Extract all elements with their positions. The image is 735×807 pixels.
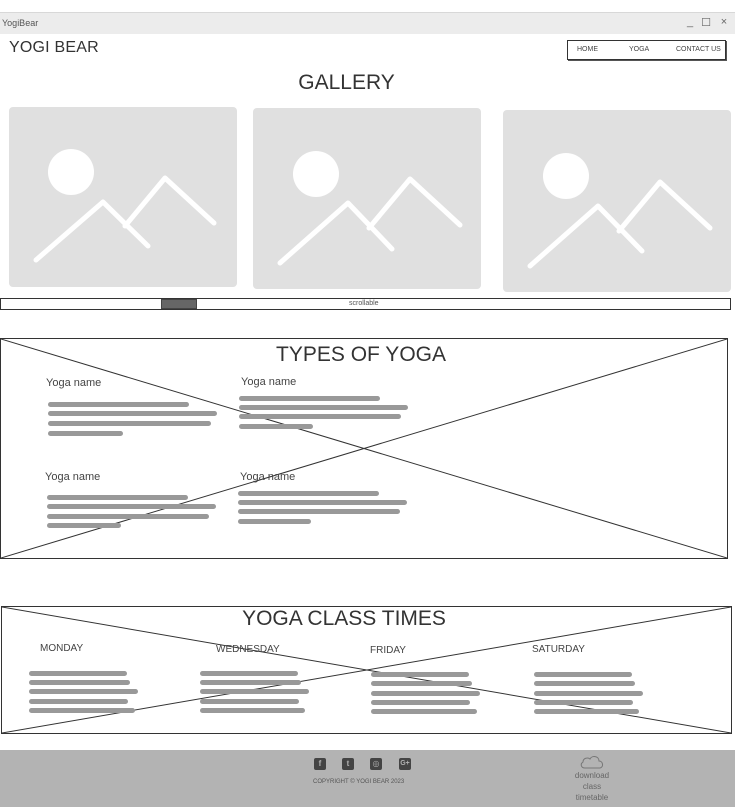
instagram-icon[interactable]: ◎ bbox=[370, 758, 382, 770]
facebook-icon[interactable]: f bbox=[314, 758, 326, 770]
copyright-text: COPYRIGHT © YOGI BEAR 2023 bbox=[313, 779, 405, 785]
text-line bbox=[29, 708, 135, 713]
day-heading-friday: FRIDAY bbox=[370, 645, 406, 656]
gallery-image-3[interactable] bbox=[503, 110, 731, 292]
text-line bbox=[48, 411, 217, 416]
day-heading-saturday: SATURDAY bbox=[532, 644, 585, 655]
image-placeholder-icon bbox=[277, 151, 463, 266]
close-button[interactable]: × bbox=[717, 16, 731, 28]
yoga-name: Yoga name bbox=[240, 471, 296, 483]
text-line bbox=[371, 672, 469, 677]
text-line bbox=[238, 491, 379, 496]
gallery-title: GALLERY bbox=[298, 71, 395, 94]
image-placeholder-icon bbox=[527, 153, 713, 269]
text-line bbox=[47, 504, 216, 509]
class-times-title: YOGA CLASS TIMES bbox=[242, 607, 446, 630]
minimize-button[interactable]: _ bbox=[683, 16, 697, 28]
day-heading-monday: MONDAY bbox=[40, 643, 84, 654]
text-line bbox=[239, 424, 313, 429]
text-line bbox=[200, 680, 301, 685]
download-label-line-1: download bbox=[574, 771, 610, 780]
text-line bbox=[534, 681, 635, 686]
text-line bbox=[238, 500, 407, 505]
text-line bbox=[371, 691, 480, 696]
scrollbar-label: scrollable bbox=[349, 300, 379, 307]
text-line bbox=[371, 709, 477, 714]
yoga-name: Yoga name bbox=[45, 471, 101, 483]
day-heading-wednesday: WEDNESDAY bbox=[216, 644, 280, 655]
text-line bbox=[29, 680, 130, 685]
text-line bbox=[238, 519, 311, 524]
text-line bbox=[238, 509, 400, 514]
yoga-name: Yoga name bbox=[46, 377, 102, 389]
text-line bbox=[534, 709, 639, 714]
window-title: YogiBear bbox=[2, 18, 39, 28]
main-nav: HOME YOGA CONTACT US bbox=[567, 40, 726, 60]
download-timetable-link[interactable]: download class timetable bbox=[568, 754, 616, 803]
text-line bbox=[48, 402, 189, 407]
text-line bbox=[239, 405, 408, 410]
text-line bbox=[47, 523, 121, 528]
twitter-icon[interactable]: t bbox=[342, 758, 354, 770]
gallery-image-2[interactable] bbox=[253, 108, 481, 289]
gallery-image-1[interactable] bbox=[9, 107, 237, 287]
google-plus-icon[interactable]: G+ bbox=[399, 758, 411, 770]
text-line bbox=[29, 671, 127, 676]
yoga-name: Yoga name bbox=[241, 376, 297, 388]
types-title: TYPES OF YOGA bbox=[276, 343, 446, 366]
text-line bbox=[239, 414, 401, 419]
text-line bbox=[47, 514, 209, 519]
nav-contact-link[interactable]: CONTACT US bbox=[676, 46, 721, 53]
text-line bbox=[200, 689, 309, 694]
site-footer: f t ◎ G+ COPYRIGHT © YOGI BEAR 2023 down… bbox=[0, 750, 735, 807]
window-title-bar: YogiBear _ ☐ × bbox=[0, 12, 735, 34]
text-line bbox=[371, 700, 470, 705]
gallery-scrollbar[interactable]: scrollable bbox=[0, 298, 731, 310]
text-line bbox=[29, 689, 138, 694]
download-label-line-2: class bbox=[582, 782, 602, 791]
text-line bbox=[29, 699, 128, 704]
text-line bbox=[371, 681, 472, 686]
text-line bbox=[239, 396, 380, 401]
text-line bbox=[534, 691, 643, 696]
text-line bbox=[200, 699, 299, 704]
nav-home-link[interactable]: HOME bbox=[577, 46, 598, 53]
download-label-line-3: timetable bbox=[575, 793, 609, 802]
text-line bbox=[47, 495, 188, 500]
cloud-icon bbox=[580, 756, 603, 769]
text-line bbox=[534, 700, 633, 705]
text-line bbox=[534, 672, 632, 677]
scrollbar-thumb[interactable] bbox=[161, 299, 197, 309]
text-line bbox=[48, 421, 211, 426]
text-line bbox=[200, 708, 305, 713]
nav-yoga-link[interactable]: YOGA bbox=[629, 46, 649, 53]
image-placeholder-icon bbox=[33, 149, 217, 263]
text-line bbox=[200, 671, 298, 676]
maximize-button[interactable]: ☐ bbox=[699, 16, 713, 29]
text-line bbox=[48, 431, 123, 436]
site-logo[interactable]: YOGI BEAR bbox=[9, 39, 99, 57]
